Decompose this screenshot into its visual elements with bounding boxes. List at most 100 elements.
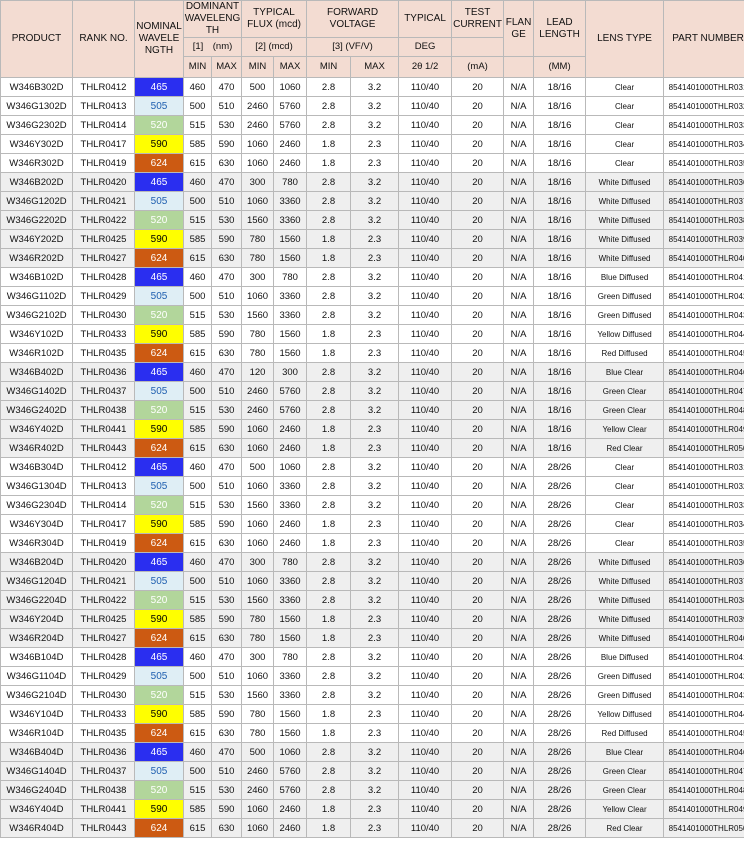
cell-flange: N/A	[503, 723, 535, 743]
cell-part-number: 8541401000THLR038	[663, 210, 744, 230]
cell-product: W346G1404D	[0, 761, 73, 781]
cell-viewing-angle: 110/40	[398, 267, 453, 287]
cell-voltage-max: 2.3	[350, 533, 400, 553]
cell-test-current: 20	[451, 362, 505, 382]
cell-rank-no: THLR0428	[72, 647, 135, 667]
cell-voltage-max: 3.2	[350, 685, 400, 705]
cell-lead-length: 28/26	[533, 476, 587, 496]
cell-part-number: 8541401000THLR036	[663, 172, 744, 192]
cell-dominant-max: 510	[210, 191, 243, 211]
cell-flange: N/A	[503, 286, 535, 306]
table-row: W346Y104D THLR0433 590 585 590 780 1560 1.8 2.3 1…	[0, 704, 744, 724]
cell-lead-length: 28/26	[533, 628, 587, 648]
cell-test-current: 20	[451, 286, 505, 306]
cell-voltage-max: 3.2	[350, 476, 400, 496]
cell-voltage-min: 2.8	[306, 476, 352, 496]
cell-lead-length: 18/16	[533, 286, 587, 306]
table-row: W346R404D THLR0443 624 615 630 1060 2460 1.8 2.3…	[0, 818, 744, 838]
cell-flux-max: 3360	[273, 590, 308, 610]
cell-rank-no: THLR0441	[72, 419, 135, 439]
cell-dominant-max: 530	[210, 780, 243, 800]
cell-test-current: 20	[451, 305, 505, 325]
cell-flux-max: 780	[273, 647, 308, 667]
cell-product: W346G1104D	[0, 666, 73, 686]
cell-flux-max: 300	[273, 362, 308, 382]
cell-rank-no: THLR0414	[72, 115, 135, 135]
cell-part-number: 8541401000THLR036	[663, 552, 744, 572]
cell-product: W346Y104D	[0, 704, 73, 724]
cell-nominal-wavelength: 465	[134, 77, 184, 97]
cell-lead-length: 18/16	[533, 191, 587, 211]
cell-flux-max: 780	[273, 172, 308, 192]
cell-nominal-wavelength: 624	[134, 533, 184, 553]
cell-lead-length: 28/26	[533, 818, 587, 838]
cell-rank-no: THLR0412	[72, 457, 135, 477]
cell-voltage-min: 2.8	[306, 400, 352, 420]
cell-lead-length: 18/16	[533, 77, 587, 97]
table-row: W346G1402D THLR0437 505 500 510 2460 5760 2.8 3.…	[0, 381, 744, 401]
cell-rank-no: THLR0433	[72, 704, 135, 724]
cell-voltage-min: 2.8	[306, 742, 352, 762]
cell-flux-min: 2460	[241, 381, 275, 401]
cell-flux-max: 2460	[273, 134, 308, 154]
cell-test-current: 20	[451, 77, 505, 97]
cell-flux-max: 1560	[273, 324, 308, 344]
cell-lead-length: 18/16	[533, 210, 587, 230]
cell-flux-max: 780	[273, 267, 308, 287]
cell-dominant-max: 590	[210, 324, 243, 344]
cell-viewing-angle: 110/40	[398, 609, 453, 629]
cell-dominant-min: 460	[183, 647, 212, 667]
cell-product: W346R304D	[0, 533, 73, 553]
cell-voltage-min: 1.8	[306, 343, 352, 363]
header-test-current-blank	[451, 37, 505, 57]
cell-rank-no: THLR0414	[72, 495, 135, 515]
cell-rank-no: THLR0419	[72, 533, 135, 553]
cell-part-number: 8541401000THLR041	[663, 647, 744, 667]
cell-voltage-max: 3.2	[350, 267, 400, 287]
header-voltage-min: MIN	[306, 56, 352, 78]
cell-flange: N/A	[503, 267, 535, 287]
cell-part-number: 8541401000THLR042	[663, 286, 744, 306]
cell-flux-min: 780	[241, 628, 275, 648]
cell-flange: N/A	[503, 381, 535, 401]
cell-product: W346G1204D	[0, 571, 73, 591]
cell-dominant-min: 500	[183, 191, 212, 211]
cell-nominal-wavelength: 520	[134, 115, 184, 135]
table-row: W346B302D THLR0412 465 460 470 500 1060 2.8 3.2 1…	[0, 77, 744, 97]
cell-test-current: 20	[451, 514, 505, 534]
cell-part-number: 8541401000THLR043	[663, 685, 744, 705]
cell-lens-type: Clear	[585, 115, 665, 135]
table-row: W346Y204D THLR0425 590 585 590 780 1560 1.8 2.3 1…	[0, 609, 744, 629]
cell-test-current: 20	[451, 761, 505, 781]
cell-viewing-angle: 110/40	[398, 343, 453, 363]
cell-lens-type: Green Clear	[585, 400, 665, 420]
cell-dominant-max: 590	[210, 704, 243, 724]
cell-flux-max: 1060	[273, 77, 308, 97]
cell-lead-length: 28/26	[533, 761, 587, 781]
cell-lens-type: Green Clear	[585, 780, 665, 800]
cell-voltage-min: 1.8	[306, 628, 352, 648]
table-row: W346G1404D THLR0437 505 500 510 2460 5760 2.8 3.…	[0, 761, 744, 781]
header-flange-blank	[503, 56, 535, 78]
cell-flux-min: 1560	[241, 590, 275, 610]
cell-flux-min: 1060	[241, 191, 275, 211]
cell-flux-max: 2460	[273, 419, 308, 439]
cell-flange: N/A	[503, 77, 535, 97]
cell-viewing-angle: 110/40	[398, 438, 453, 458]
cell-flux-min: 2460	[241, 780, 275, 800]
cell-test-current: 20	[451, 419, 505, 439]
cell-flux-min: 780	[241, 343, 275, 363]
cell-lead-length: 18/16	[533, 305, 587, 325]
cell-nominal-wavelength: 590	[134, 229, 184, 249]
cell-product: W346G2302D	[0, 115, 73, 135]
cell-lens-type: Clear	[585, 495, 665, 515]
cell-nominal-wavelength: 505	[134, 286, 184, 306]
table-row: W346R302D THLR0419 624 615 630 1060 2460 1.8 2.3…	[0, 153, 744, 173]
cell-lead-length: 18/16	[533, 381, 587, 401]
table-row: W346G2204D THLR0422 520 515 530 1560 3360 2.8 3.…	[0, 590, 744, 610]
cell-lead-length: 28/26	[533, 514, 587, 534]
cell-flux-min: 1560	[241, 495, 275, 515]
cell-dominant-min: 515	[183, 400, 212, 420]
cell-flange: N/A	[503, 552, 535, 572]
table-row: W346R304D THLR0419 624 615 630 1060 2460 1.8 2.3…	[0, 533, 744, 553]
